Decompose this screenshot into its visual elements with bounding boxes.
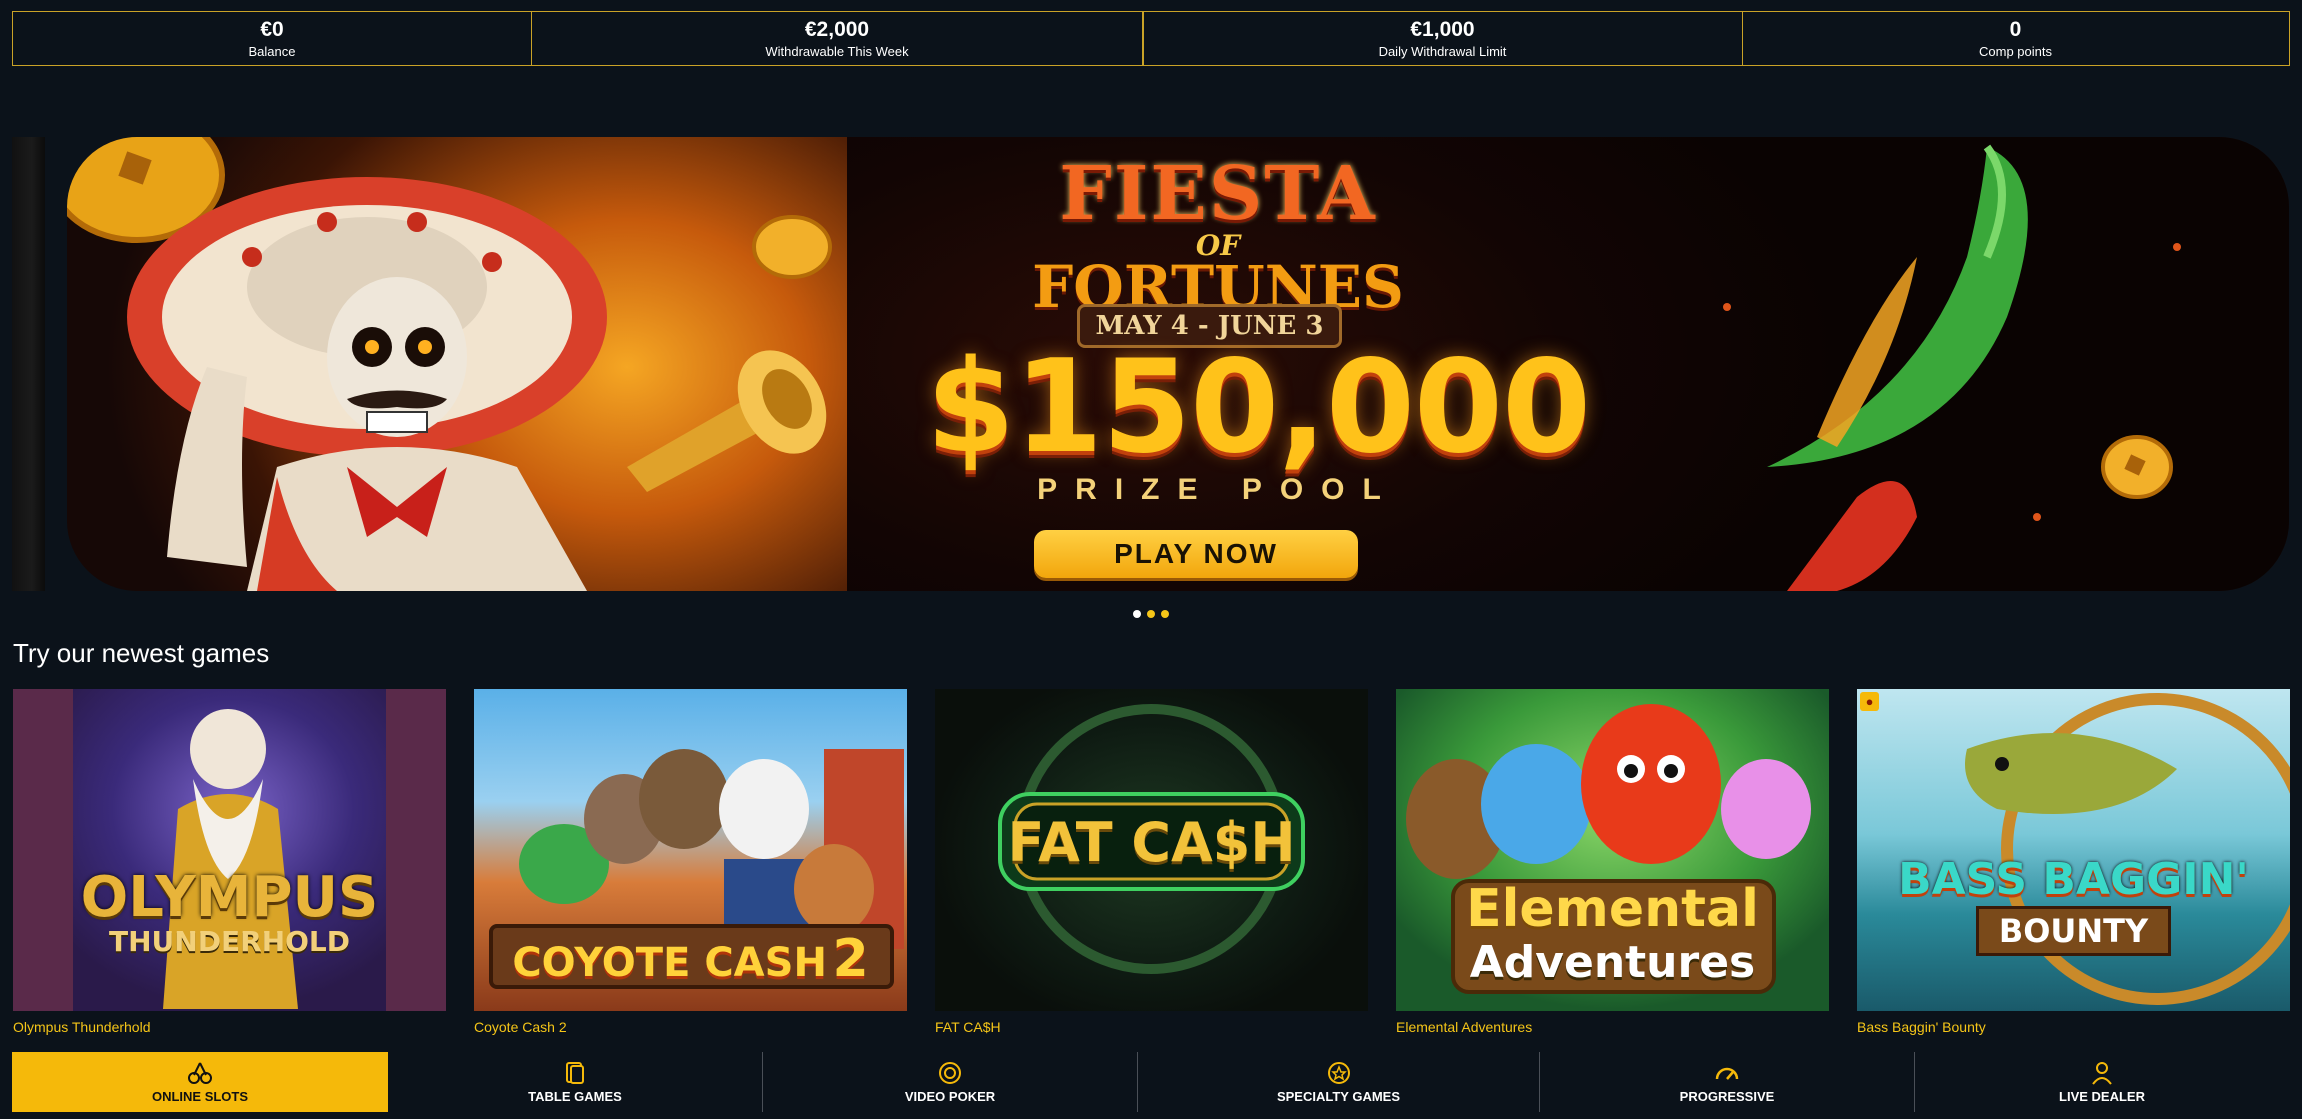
poker-chip-icon (938, 1061, 962, 1085)
nav-table-games[interactable]: TABLE GAMES (388, 1052, 763, 1112)
dealer-icon (2091, 1061, 2113, 1085)
prize-pool-label: PRIZE POOL (1037, 473, 1399, 506)
cards-icon (564, 1061, 586, 1085)
game-logo: OLYMPUS THUNDERHOLD (13, 869, 446, 957)
hot-game-badge-icon: ● (1860, 692, 1879, 711)
stat-value: €0 (260, 17, 284, 41)
game-logo: COYOTE CASH 2 (474, 929, 907, 989)
nav-label: VIDEO POKER (904, 1088, 996, 1104)
game-name[interactable]: FAT CA$H (935, 1019, 1368, 1035)
nav-specialty-games[interactable]: SPECIALTY GAMES (1138, 1052, 1540, 1112)
stat-value: €1,000 (1410, 17, 1475, 41)
nav-live-dealer[interactable]: LIVE DEALER (1915, 1052, 2289, 1112)
zeus-illustration (13, 689, 446, 1011)
stat-label: Withdrawable This Week (765, 43, 909, 59)
game-name[interactable]: Olympus Thunderhold (13, 1019, 446, 1035)
game-thumbnail[interactable]: Elemental Adventures (1396, 689, 1829, 1011)
game-name[interactable]: Elemental Adventures (1396, 1019, 1829, 1035)
logo-line-2: BOUNTY (1975, 906, 2172, 956)
stat-value: €2,000 (804, 17, 870, 41)
nav-label: PROGRESSIVE (1679, 1088, 1775, 1104)
carousel-dot[interactable] (1161, 610, 1169, 618)
logo-line-1: COYOTE CASH (512, 940, 827, 986)
play-now-button[interactable]: PLAY NOW (1034, 530, 1358, 578)
nav-label: LIVE DEALER (2059, 1088, 2145, 1104)
game-card-olympus-thunderhold[interactable]: OLYMPUS THUNDERHOLD Olympus Thunderhold (13, 689, 446, 1035)
logo-line-1: Elemental (1466, 879, 1759, 939)
carousel-dot[interactable] (1147, 610, 1155, 618)
promo-carousel: FIESTA OF FORTUNES MAY 4 - JUNE 3 $150,0… (12, 137, 2289, 591)
game-thumbnail[interactable]: ● BASS BAGGIN' BOUNTY (1857, 689, 2290, 1011)
logo-line-2: 2 (832, 929, 869, 989)
game-card-bass-baggin-bounty[interactable]: ● BASS BAGGIN' BOUNTY Bass Baggin' Bount… (1857, 689, 2290, 1035)
logo-line-1: FAT CA$H (1007, 811, 1296, 874)
previous-slide-peek[interactable] (12, 137, 45, 591)
game-thumbnail[interactable]: OLYMPUS THUNDERHOLD (13, 689, 446, 1011)
stat-comp-points: 0 Comp points (1741, 11, 2290, 66)
stat-withdrawable-week: €2,000 Withdrawable This Week (530, 11, 1144, 66)
nav-video-poker[interactable]: VIDEO POKER (763, 1052, 1138, 1112)
carousel-dot[interactable] (1133, 610, 1141, 618)
stat-balance: €0 Balance (12, 11, 532, 66)
promo-title: FIESTA OF FORTUNES (67, 151, 2289, 316)
carousel-indicators (1133, 610, 1169, 618)
game-logo: BASS BAGGIN' BOUNTY (1857, 854, 2290, 956)
game-category-nav: ONLINE SLOTS TABLE GAMES VIDEO POKER SPE… (12, 1052, 2289, 1112)
star-chip-icon (1327, 1061, 1351, 1085)
game-card-coyote-cash-2[interactable]: COYOTE CASH 2 Coyote Cash 2 (474, 689, 907, 1035)
game-card-elemental-adventures[interactable]: Elemental Adventures Elemental Adventure… (1396, 689, 1829, 1035)
nav-progressive[interactable]: PROGRESSIVE (1540, 1052, 1915, 1112)
prize-pool-row: PRIZE POOL (67, 473, 2289, 507)
stat-label: Daily Withdrawal Limit (1378, 43, 1507, 59)
newest-games-row: OLYMPUS THUNDERHOLD Olympus Thunderhold … (13, 689, 2290, 1035)
nav-label: ONLINE SLOTS (151, 1088, 249, 1104)
logo-line-2: THUNDERHOLD (109, 925, 350, 958)
stat-daily-limit: €1,000 Daily Withdrawal Limit (1142, 11, 1743, 66)
game-card-fat-cash[interactable]: FAT CA$H FAT CA$H (935, 689, 1368, 1035)
section-title: Try our newest games (13, 638, 270, 668)
logo-line-2: Adventures (1469, 937, 1756, 988)
game-logo: Elemental Adventures (1396, 879, 1829, 987)
logo-line-1: OLYMPUS (80, 865, 379, 930)
gauge-icon (1714, 1061, 1740, 1085)
game-thumbnail[interactable]: FAT CA$H (935, 689, 1368, 1011)
cherries-icon (187, 1061, 213, 1085)
bass-fish-illustration (1965, 693, 2290, 1005)
stat-label: Balance (248, 43, 296, 59)
game-name[interactable]: Coyote Cash 2 (474, 1019, 907, 1035)
logo-line-1: BASS BAGGIN' (1898, 854, 2249, 905)
game-logo: FAT CA$H (935, 811, 1368, 874)
game-name[interactable]: Bass Baggin' Bounty (1857, 1019, 2290, 1035)
nav-label: SPECIALTY GAMES (1276, 1088, 1401, 1104)
account-stats-bar: €0 Balance €2,000 Withdrawable This Week… (12, 11, 2290, 66)
stat-label: Comp points (1979, 43, 2052, 59)
nav-label: TABLE GAMES (528, 1088, 622, 1104)
nav-online-slots[interactable]: ONLINE SLOTS (12, 1052, 388, 1112)
promo-title-line1: FIESTA (1059, 151, 1377, 237)
game-thumbnail[interactable]: COYOTE CASH 2 (474, 689, 907, 1011)
promo-banner[interactable]: FIESTA OF FORTUNES MAY 4 - JUNE 3 $150,0… (67, 137, 2289, 591)
prize-amount: $150,000 (925, 333, 1591, 482)
stat-value: 0 (2009, 17, 2022, 41)
